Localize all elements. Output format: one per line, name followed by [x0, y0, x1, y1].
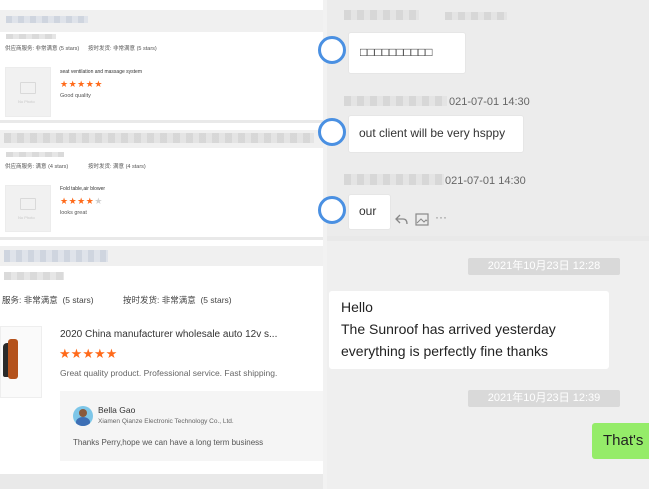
review-comment: Good quality — [60, 93, 91, 99]
reply-icon[interactable] — [395, 213, 408, 226]
message-text: out client will be very hsppy — [359, 126, 506, 140]
message-text: □□□□□□□□□□ — [360, 45, 433, 59]
message-timestamp: 021-07-01 14:30 — [445, 175, 526, 187]
review-header — [0, 130, 323, 148]
buyer-name-blurred — [4, 133, 314, 143]
review-header — [0, 246, 323, 266]
avatar-icon[interactable] — [318, 196, 346, 224]
message-bubble[interactable]: out client will be very hsppy — [348, 115, 524, 153]
sender-name-blurred — [344, 174, 444, 185]
message-line: everything is perfectly fine thanks — [341, 343, 548, 359]
service-rating: 服务: 非常满意 (5 stars) — [2, 295, 94, 305]
review-comment: Great quality product. Professional serv… — [60, 368, 278, 378]
date-stamp: 2021年10月23日 12:28 — [468, 258, 620, 275]
star-icon: ★ — [94, 79, 103, 89]
star-icon: ★ — [68, 79, 78, 89]
no-photo-label: No Photo — [18, 215, 35, 220]
blurred-text — [4, 272, 64, 280]
car-seat-image — [8, 339, 18, 379]
supplier-reply: Bella Gao Xiamen Qianze Electronic Techn… — [60, 391, 323, 461]
star-icon: ★ — [105, 346, 118, 361]
review-card-3: 服务: 非常满意 (5 stars) 按时发货: 非常满意 (5 stars) … — [0, 240, 323, 474]
supplier-name: Bella Gao — [98, 405, 136, 415]
review-card-2: 供应商服务: 满意 (4 stars) 按时发货: 满意 (4 stars) N… — [0, 123, 323, 237]
review-comment: looks great — [60, 210, 87, 216]
message-bubble[interactable]: □□□□□□□□□□ — [348, 32, 466, 74]
star-icon: ★ — [77, 196, 86, 206]
shipping-rating: 按时发货: 满意 (4 stars) — [88, 164, 146, 170]
service-rating: 供应商服务: 非常满意 (5 stars) — [5, 46, 80, 52]
reply-text: Thanks Perry,hope we can have a long ter… — [73, 438, 264, 447]
star-icon: ★ — [82, 346, 94, 361]
star-rating: ★★★★★ — [59, 346, 117, 362]
star-icon: ★ — [70, 346, 83, 361]
image-placeholder-icon — [20, 198, 36, 210]
shipping-rating: 按时发货: 非常满意 (5 stars) — [88, 46, 157, 52]
buyer-name-blurred — [6, 16, 88, 23]
message-bubble[interactable]: Hello The Sunroof has arrived yesterday … — [329, 291, 609, 369]
star-icon: ★ — [60, 196, 69, 206]
message-timestamp: 021-07-01 14:30 — [449, 96, 530, 108]
message-text: our — [359, 204, 377, 218]
message-text: That's — [603, 432, 644, 449]
star-rating: ★★★★★ — [60, 79, 103, 90]
product-thumbnail[interactable]: No Photo — [5, 185, 51, 232]
chat-panel-bottom: 2021年10月23日 12:28 Hello The Sunroof has … — [327, 241, 649, 489]
image-placeholder-icon — [20, 82, 36, 94]
sender-name-blurred — [344, 96, 447, 106]
supplier-company: Xiamen Qianze Electronic Technology Co.,… — [98, 418, 234, 425]
shipping-rating: 按时发货: 非常满意 (5 stars) — [123, 295, 232, 305]
no-photo-label: No Photo — [18, 99, 35, 104]
product-title[interactable]: seat ventilation and massage system — [60, 69, 142, 75]
supplier-avatar-icon — [73, 406, 93, 426]
message-actions: ··· — [393, 210, 453, 228]
avatar-icon[interactable] — [318, 36, 346, 64]
blurred-text — [6, 34, 56, 39]
message-bubble[interactable]: our — [348, 194, 391, 230]
star-empty-icon: ★ — [94, 196, 103, 206]
star-rating: ★★★★★ — [60, 196, 103, 207]
star-icon: ★ — [93, 346, 106, 361]
image-icon[interactable] — [415, 213, 429, 226]
product-thumbnail[interactable] — [0, 326, 42, 398]
star-icon: ★ — [68, 196, 78, 206]
chat-panel-top: □□□□□□□□□□ 021-07-01 14:30 out client wi… — [318, 0, 649, 236]
star-icon: ★ — [60, 79, 69, 89]
product-title[interactable]: Fold table,air blower — [60, 186, 105, 192]
sender-name-blurred — [344, 10, 419, 20]
message-line: The Sunroof has arrived yesterday — [341, 321, 556, 337]
date-stamp: 2021年10月23日 12:39 — [468, 390, 620, 407]
more-icon[interactable]: ··· — [435, 210, 447, 224]
blurred-text — [6, 152, 64, 157]
timestamp-blurred — [445, 12, 507, 20]
star-icon: ★ — [77, 79, 86, 89]
product-title[interactable]: 2020 China manufacturer wholesale auto 1… — [60, 329, 277, 340]
service-rating: 供应商服务: 满意 (4 stars) — [5, 164, 69, 170]
sent-message-bubble[interactable]: That's — [592, 423, 649, 459]
buyer-name-blurred — [4, 250, 108, 262]
review-header — [0, 10, 323, 32]
product-thumbnail[interactable]: No Photo — [5, 67, 51, 117]
avatar-icon[interactable] — [318, 118, 346, 146]
review-card-1: 供应商服务: 非常满意 (5 stars) 按时发货: 非常满意 (5 star… — [0, 0, 323, 120]
message-line: Hello — [341, 299, 373, 315]
star-icon: ★ — [59, 346, 71, 361]
